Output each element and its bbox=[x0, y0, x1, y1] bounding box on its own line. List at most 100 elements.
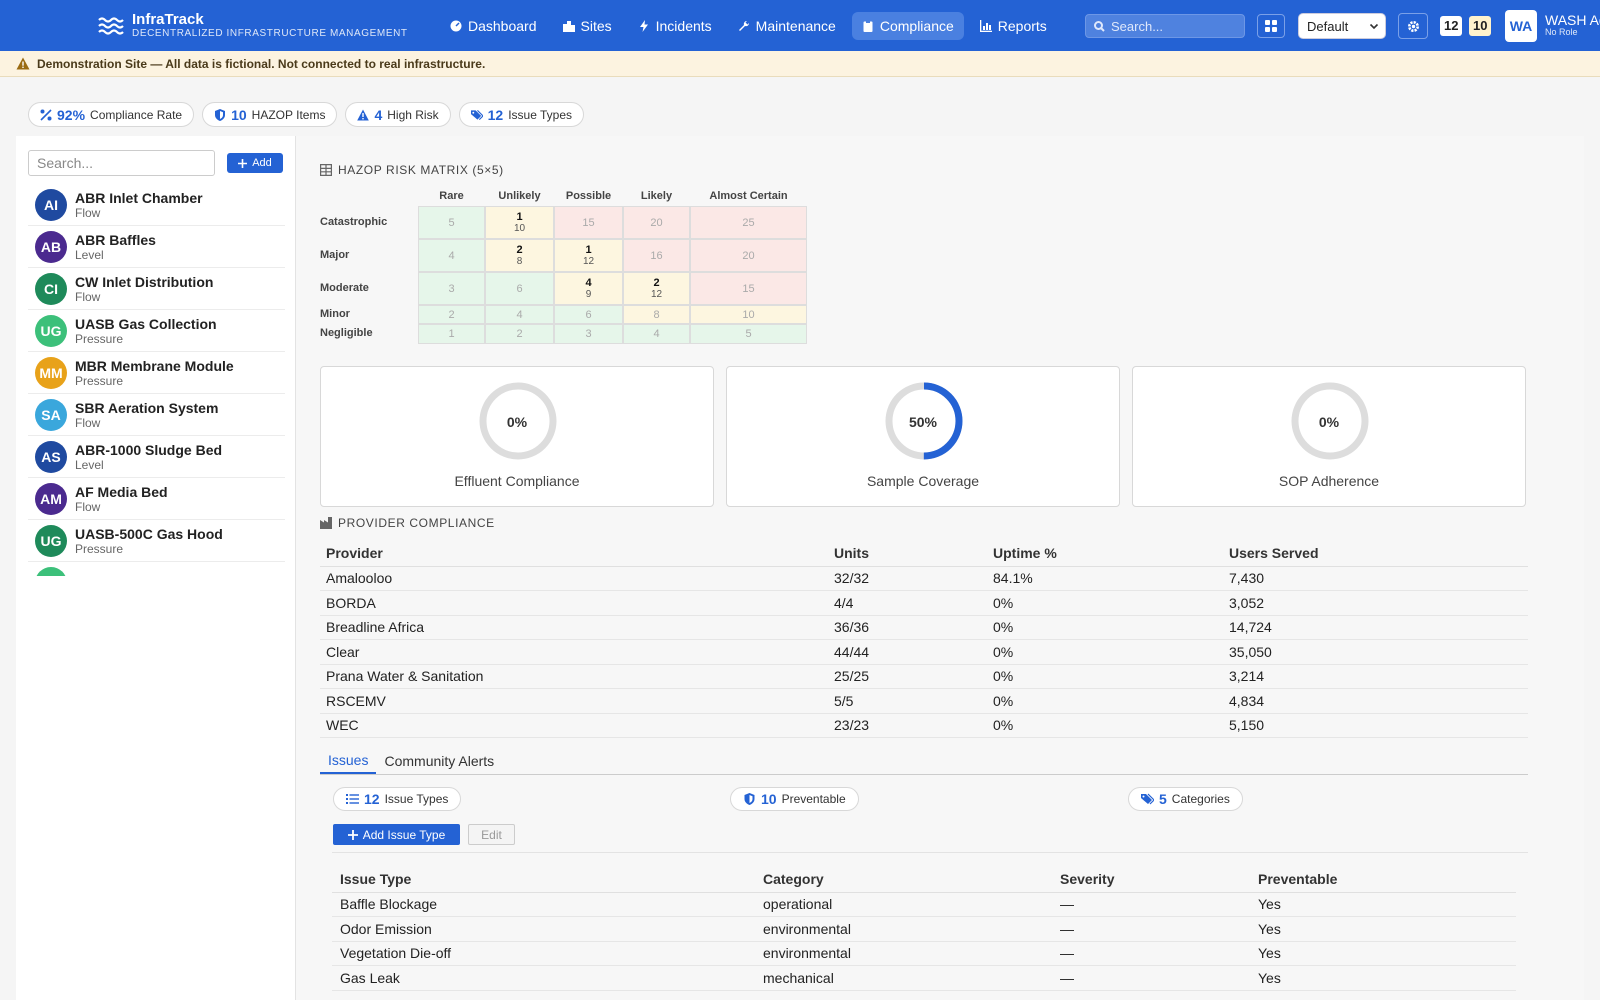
matrix-cell[interactable]: 10 bbox=[690, 305, 807, 324]
asset-text: UASB Gas Collection Pressure bbox=[75, 316, 217, 346]
tab-community-alerts[interactable]: Community Alerts bbox=[376, 748, 502, 774]
matrix-cell[interactable]: 2 bbox=[418, 305, 485, 324]
tab-issues[interactable]: Issues bbox=[320, 748, 377, 774]
matrix-cell[interactable]: 15 bbox=[554, 206, 623, 239]
issue-stat-label: Issue Types bbox=[384, 792, 449, 806]
matrix-cell[interactable]: 6 bbox=[485, 272, 554, 305]
table-cell: environmental bbox=[755, 941, 1052, 966]
nav-sites[interactable]: Sites bbox=[553, 12, 622, 40]
matrix-cell[interactable]: 1 12 bbox=[554, 239, 623, 272]
asset-name: MBR Membrane Module bbox=[75, 357, 234, 374]
asset-list-item[interactable]: AB ABR Baffles Level bbox=[28, 226, 285, 268]
table-row[interactable]: RSCEMV 5/5 0% 4,834 bbox=[320, 688, 1528, 714]
column-header[interactable]: Uptime % bbox=[987, 540, 1223, 567]
table-row[interactable]: BORDA 4/4 0% 3,052 bbox=[320, 590, 1528, 616]
matrix-cell[interactable]: 3 bbox=[418, 272, 485, 305]
matrix-cell-score: 4 bbox=[653, 328, 660, 340]
matrix-cell[interactable]: 4 bbox=[418, 239, 485, 272]
asset-avatar: MM bbox=[35, 356, 67, 389]
nav-incidents[interactable]: Incidents bbox=[628, 12, 722, 40]
asset-list-item[interactable]: DS decentralized treatment_ST bbox=[28, 562, 285, 576]
matrix-cell[interactable]: 6 bbox=[554, 305, 623, 324]
edit-issue-type-button[interactable]: Edit bbox=[468, 824, 515, 845]
column-header[interactable]: Severity bbox=[1052, 866, 1250, 893]
divider bbox=[332, 852, 1528, 853]
asset-text: ABR Baffles Level bbox=[75, 232, 156, 262]
nav-maintenance[interactable]: Maintenance bbox=[728, 12, 846, 40]
matrix-cell[interactable]: 2 bbox=[485, 324, 554, 344]
matrix-cell[interactable]: 16 bbox=[623, 239, 690, 272]
notification-count-badge[interactable]: 12 bbox=[1440, 16, 1463, 36]
matrix-cell[interactable]: 4 bbox=[623, 324, 690, 344]
add-issue-type-button[interactable]: Add Issue Type bbox=[333, 824, 460, 845]
matrix-cell[interactable]: 15 bbox=[690, 272, 807, 305]
table-cell: environmental bbox=[755, 916, 1052, 942]
asset-list-item[interactable]: AM AF Media Bed Flow bbox=[28, 478, 285, 520]
column-header[interactable]: Category bbox=[755, 866, 1052, 893]
asset-list-item[interactable]: AS ABR-1000 Sludge Bed Level bbox=[28, 436, 285, 478]
matrix-cell[interactable]: 5 bbox=[418, 206, 485, 239]
table-row[interactable]: Gas Leak mechanical — Yes bbox=[332, 965, 1516, 991]
matrix-cell[interactable]: 4 bbox=[485, 305, 554, 324]
matrix-cell[interactable]: 49 bbox=[554, 272, 623, 305]
matrix-cell[interactable]: 1 bbox=[418, 324, 485, 344]
asset-search-input[interactable]: Search... bbox=[28, 150, 215, 176]
asset-list-item[interactable]: UG UASB Gas Collection Pressure bbox=[28, 310, 285, 352]
matrix-cell-score: 3 bbox=[448, 282, 455, 295]
user-avatar[interactable]: WA bbox=[1505, 10, 1537, 42]
asset-sidebar: Search... Add AI ABR Inlet Chamber Flow AB A… bbox=[16, 136, 296, 1000]
table-row[interactable]: Amalooloo 32/32 84.1% 7,430 bbox=[320, 566, 1528, 591]
matrix-cell[interactable]: 5 bbox=[690, 324, 807, 344]
column-header[interactable]: Issue Type bbox=[332, 866, 755, 893]
asset-name: SBR Aeration System bbox=[75, 399, 219, 416]
settings-button[interactable] bbox=[1398, 13, 1428, 39]
column-header[interactable]: Preventable bbox=[1250, 866, 1516, 893]
matrix-cell[interactable]: 25 bbox=[690, 206, 807, 239]
matrix-cell[interactable]: 3 bbox=[554, 324, 623, 344]
gauge-percent: 50% bbox=[908, 414, 938, 430]
issue-stat-value: 10 bbox=[761, 791, 777, 807]
asset-list-item[interactable]: MM MBR Membrane Module Pressure bbox=[28, 352, 285, 394]
asset-list-item[interactable]: AI ABR Inlet Chamber Flow bbox=[28, 184, 285, 226]
column-header[interactable]: Provider bbox=[320, 540, 828, 567]
table-cell: Gas Leak bbox=[332, 965, 755, 991]
table-row[interactable]: Baffle Blockage operational — Yes bbox=[332, 892, 1516, 917]
table-row[interactable]: WEC 23/23 0% 5,150 bbox=[320, 713, 1528, 738]
matrix-cell[interactable]: 28 bbox=[485, 239, 554, 272]
nav-reports[interactable]: Reports bbox=[970, 12, 1057, 40]
search-icon bbox=[1094, 20, 1105, 32]
asset-type: Level bbox=[75, 457, 104, 472]
table-row[interactable]: Prana Water & Sanitation 25/25 0% 3,214 bbox=[320, 664, 1528, 689]
table-row[interactable]: Odor Emission environmental — Yes bbox=[332, 916, 1516, 942]
matrix-cell[interactable]: 20 bbox=[690, 239, 807, 272]
asset-list-item[interactable]: SA SBR Aeration System Flow bbox=[28, 394, 285, 436]
table-cell: 3,052 bbox=[1223, 590, 1528, 616]
add-asset-button[interactable]: Add bbox=[227, 153, 283, 173]
matrix-row-header: Negligible bbox=[320, 327, 373, 339]
nav-dashboard[interactable]: Dashboard bbox=[440, 12, 547, 40]
table-row[interactable]: Vegetation Die-off environmental — Yes bbox=[332, 941, 1516, 966]
asset-avatar: CI bbox=[35, 272, 67, 305]
global-search-input[interactable]: Search... bbox=[1085, 14, 1245, 38]
apps-grid-button[interactable] bbox=[1257, 14, 1285, 38]
asset-list-item[interactable]: UG UASB-500C Gas Hood Pressure bbox=[28, 520, 285, 562]
matrix-cell[interactable]: 20 bbox=[623, 206, 690, 239]
profile-select[interactable]: Default bbox=[1298, 13, 1386, 39]
table-cell: mechanical bbox=[755, 965, 1052, 991]
table-row[interactable]: Breadline Africa 36/36 0% 14,724 bbox=[320, 615, 1528, 640]
nav-label: Dashboard bbox=[468, 17, 537, 34]
stat-label: HAZOP Items bbox=[251, 107, 326, 122]
matrix-cell[interactable]: 2 12 bbox=[623, 272, 690, 305]
brand[interactable]: InfraTrack DECENTRALIZED INFRASTRUCTURE … bbox=[98, 11, 428, 40]
asset-text: CW Inlet Distribution Flow bbox=[75, 274, 213, 304]
alert-count-badge[interactable]: 10 bbox=[1469, 16, 1492, 36]
matrix-cell[interactable]: 8 bbox=[623, 305, 690, 324]
asset-list-item[interactable]: CI CW Inlet Distribution Flow bbox=[28, 268, 285, 310]
column-header[interactable]: Users Served bbox=[1223, 540, 1528, 567]
nav-compliance[interactable]: Compliance bbox=[851, 11, 964, 40]
table-row[interactable]: Clear 44/44 0% 35,050 bbox=[320, 639, 1528, 665]
matrix-cell-score: 8 bbox=[516, 255, 523, 267]
column-header[interactable]: Units bbox=[828, 540, 987, 567]
matrix-cell[interactable]: 1 10 bbox=[485, 206, 554, 239]
user-menu[interactable]: WASH Ad No Role bbox=[1545, 13, 1600, 37]
